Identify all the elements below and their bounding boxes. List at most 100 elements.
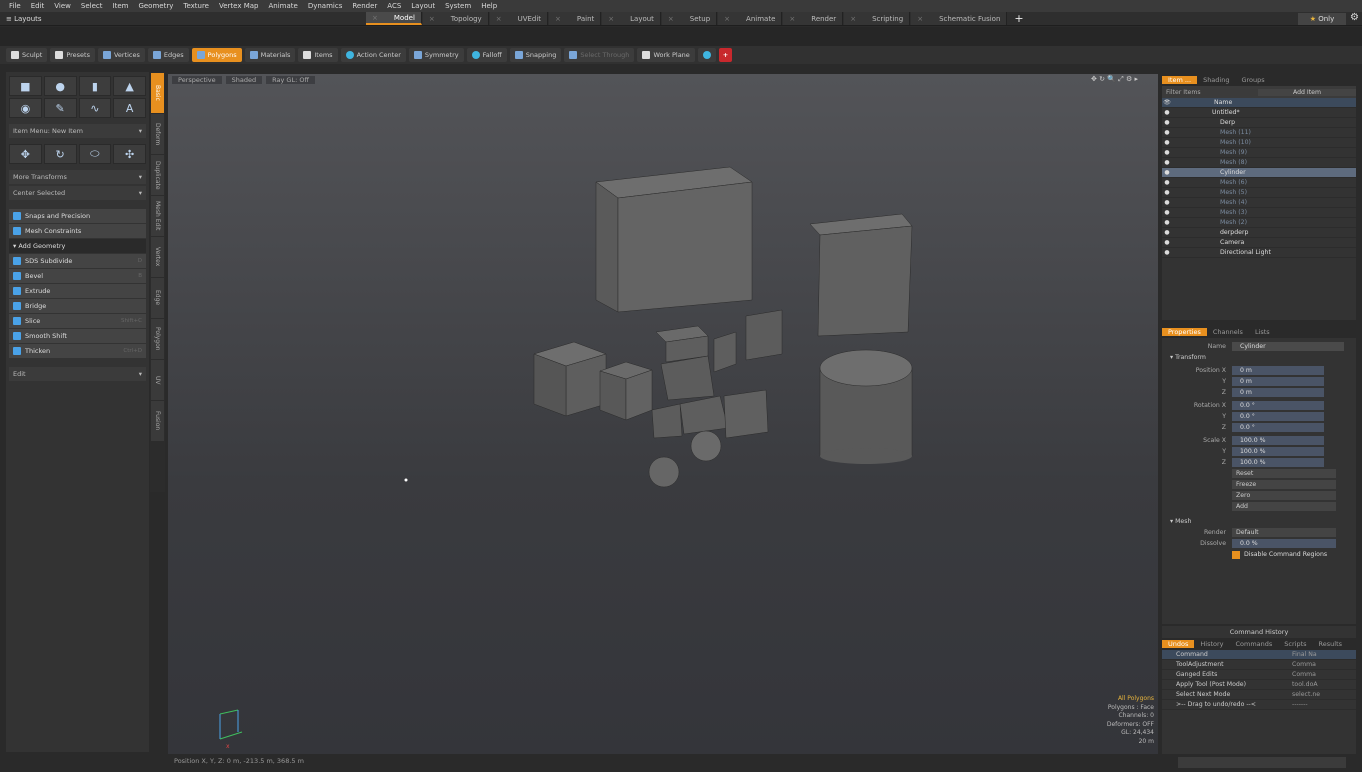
panel-tab-results[interactable]: Results bbox=[1313, 640, 1348, 648]
panel-tab-commands[interactable]: Commands bbox=[1230, 640, 1279, 648]
scale-icon[interactable]: ⬭ bbox=[78, 144, 112, 164]
gear-icon[interactable]: ⚙ bbox=[1350, 12, 1359, 23]
layouts-menu[interactable]: ≡ Layouts bbox=[0, 15, 366, 23]
zero-button[interactable]: Zero bbox=[1232, 491, 1336, 500]
eye-icon[interactable]: ● bbox=[1162, 209, 1172, 216]
vtab-edge[interactable]: Edge bbox=[151, 278, 164, 318]
close-icon[interactable]: × bbox=[372, 14, 378, 22]
render-dropdown[interactable]: Default bbox=[1232, 528, 1336, 537]
value-field[interactable]: 0.0 ° bbox=[1232, 401, 1324, 410]
materials-button[interactable]: Materials bbox=[244, 48, 296, 62]
vtab-fusion[interactable]: Fusion bbox=[151, 401, 164, 441]
tool-mesh-constraints[interactable]: Mesh Constraints bbox=[9, 224, 146, 238]
menu-item-acs[interactable]: ACS bbox=[382, 2, 406, 10]
eye-icon[interactable]: ● bbox=[1162, 129, 1172, 136]
edges-button[interactable]: Edges bbox=[147, 48, 189, 62]
eye-icon[interactable]: ● bbox=[1162, 139, 1172, 146]
render-preview-button[interactable] bbox=[697, 48, 716, 62]
list-item[interactable]: ● Derp bbox=[1162, 118, 1356, 128]
list-item[interactable]: ● Mesh (11) bbox=[1162, 128, 1356, 138]
table-row[interactable]: ToolAdjustment Comma bbox=[1162, 660, 1356, 670]
tool-smooth-shift[interactable]: Smooth Shift bbox=[9, 329, 146, 343]
add-geometry-header[interactable]: ▾ Add Geometry bbox=[9, 239, 146, 253]
panel-tab-channels[interactable]: Channels bbox=[1207, 328, 1249, 336]
item-menu-dropdown[interactable]: Item Menu: New Item ▾ bbox=[9, 124, 146, 138]
reset-button[interactable]: Reset bbox=[1232, 469, 1336, 478]
tab-scripting[interactable]: × Scripting bbox=[844, 12, 911, 25]
tab-uvedit[interactable]: × UVEdit bbox=[489, 12, 549, 25]
cube-icon[interactable]: ■ bbox=[9, 76, 42, 96]
tool-sds-subdivide[interactable]: SDS Subdivide D bbox=[9, 254, 146, 268]
close-icon[interactable]: × bbox=[917, 15, 923, 23]
table-row[interactable]: >-- Drag to undo/redo --< ------- bbox=[1162, 700, 1356, 710]
list-item[interactable]: ● Mesh (3) bbox=[1162, 208, 1356, 218]
move-icon[interactable]: ✥ bbox=[9, 144, 42, 164]
falloff-button[interactable]: Falloff bbox=[466, 48, 507, 62]
eye-icon[interactable]: ● bbox=[1162, 109, 1172, 116]
transform-icon[interactable]: ✣ bbox=[113, 144, 146, 164]
sphere-icon[interactable]: ● bbox=[43, 76, 77, 96]
menu-item-texture[interactable]: Texture bbox=[178, 2, 214, 10]
edit-dropdown[interactable]: Edit ▾ bbox=[9, 367, 146, 381]
vtab-uv[interactable]: UV bbox=[151, 360, 164, 400]
tool-thicken[interactable]: Thicken Ctrl+D bbox=[9, 344, 146, 358]
list-item[interactable]: ● Cylinder bbox=[1162, 168, 1356, 178]
vtab-basic[interactable]: Basic bbox=[151, 73, 164, 113]
eye-icon[interactable]: ● bbox=[1162, 239, 1172, 246]
eye-icon[interactable]: ● bbox=[1162, 219, 1172, 226]
name-field[interactable]: Cylinder bbox=[1232, 342, 1344, 351]
list-item[interactable]: ● Mesh (5) bbox=[1162, 188, 1356, 198]
panel-tab-groups[interactable]: Groups bbox=[1235, 76, 1270, 84]
menu-item-geometry[interactable]: Geometry bbox=[133, 2, 178, 10]
menu-item-file[interactable]: File bbox=[4, 2, 26, 10]
more-transforms-dropdown[interactable]: More Transforms ▾ bbox=[9, 170, 146, 184]
value-field[interactable]: 0 m bbox=[1232, 377, 1324, 386]
menu-item-edit[interactable]: Edit bbox=[26, 2, 50, 10]
snapping-button[interactable]: Snapping bbox=[509, 48, 562, 62]
vtab-duplicate[interactable]: Duplicate bbox=[151, 155, 164, 195]
panel-tab-shading[interactable]: Shading bbox=[1197, 76, 1235, 84]
curve-icon[interactable]: ∿ bbox=[78, 98, 112, 118]
menu-item-item[interactable]: Item bbox=[108, 2, 134, 10]
panel-tab-lists[interactable]: Lists bbox=[1249, 328, 1276, 336]
list-item[interactable]: ● Camera bbox=[1162, 238, 1356, 248]
add-item-button[interactable]: Add Item bbox=[1258, 88, 1356, 96]
list-item[interactable]: ● Mesh (8) bbox=[1162, 158, 1356, 168]
menu-item-select[interactable]: Select bbox=[76, 2, 108, 10]
eye-icon[interactable]: ● bbox=[1162, 119, 1172, 126]
menu-item-system[interactable]: System bbox=[440, 2, 476, 10]
dissolve-field[interactable]: 0.0 % bbox=[1232, 539, 1336, 548]
table-row[interactable]: Select Next Mode select.ne bbox=[1162, 690, 1356, 700]
eye-icon[interactable]: ● bbox=[1162, 199, 1172, 206]
eye-icon[interactable]: ● bbox=[1162, 179, 1172, 186]
list-item[interactable]: ● Untitled* bbox=[1162, 108, 1356, 118]
center-selected-dropdown[interactable]: Center Selected ▾ bbox=[9, 186, 146, 200]
close-icon[interactable]: × bbox=[608, 15, 614, 23]
cylinder-icon[interactable]: ▮ bbox=[78, 76, 112, 96]
panel-tab-scripts[interactable]: Scripts bbox=[1278, 640, 1312, 648]
tab-setup[interactable]: × Setup bbox=[661, 12, 718, 25]
text-icon[interactable]: A bbox=[113, 98, 146, 118]
close-icon[interactable]: × bbox=[724, 15, 730, 23]
tab-animate[interactable]: × Animate bbox=[718, 12, 783, 25]
menu-item-animate[interactable]: Animate bbox=[263, 2, 302, 10]
value-field[interactable]: 0.0 ° bbox=[1232, 423, 1324, 432]
table-row[interactable]: Apply Tool (Post Mode) tool.doA bbox=[1162, 680, 1356, 690]
eye-icon[interactable]: ● bbox=[1162, 229, 1172, 236]
value-field[interactable]: 100.0 % bbox=[1232, 447, 1324, 456]
eye-icon[interactable]: ● bbox=[1162, 249, 1172, 256]
value-field[interactable]: 100.0 % bbox=[1232, 436, 1324, 445]
tool-extrude[interactable]: Extrude bbox=[9, 284, 146, 298]
mesh-section[interactable]: ▾ Mesh bbox=[1162, 516, 1356, 527]
menu-item-view[interactable]: View bbox=[49, 2, 76, 10]
cone-icon[interactable]: ▲ bbox=[113, 76, 146, 96]
close-icon[interactable]: × bbox=[789, 15, 795, 23]
3d-viewport[interactable]: Perspective Shaded Ray GL: Off ✥ ↻ 🔍 ⤢ ⚙… bbox=[168, 74, 1158, 754]
menu-item-render[interactable]: Render bbox=[347, 2, 382, 10]
eye-icon[interactable]: ● bbox=[1162, 159, 1172, 166]
panel-tab-history[interactable]: History bbox=[1194, 640, 1229, 648]
freeze-button[interactable]: Freeze bbox=[1232, 480, 1336, 489]
value-field[interactable]: 0.0 ° bbox=[1232, 412, 1324, 421]
command-input[interactable] bbox=[1178, 757, 1346, 768]
list-item[interactable]: ● Mesh (4) bbox=[1162, 198, 1356, 208]
